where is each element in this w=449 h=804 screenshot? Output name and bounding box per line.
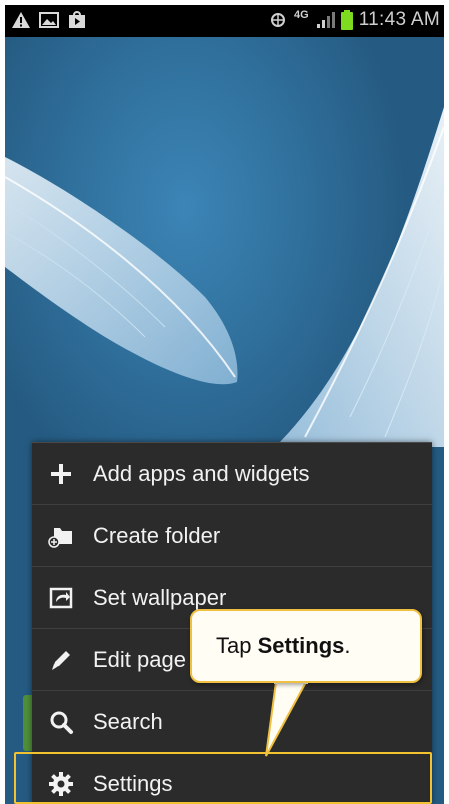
menu-item-label: Create folder (93, 522, 221, 548)
menu-item-label: Search (93, 708, 163, 734)
image-icon (39, 12, 59, 28)
callout-text-prefix: Tap (216, 633, 258, 658)
menu-item-add-apps-and-widgets[interactable]: Add apps and widgets (32, 443, 432, 505)
status-bar: 4G 11:43 AM (5, 5, 444, 37)
plus-icon (51, 463, 71, 484)
menu-item-label: Add apps and widgets (93, 460, 310, 486)
menu-item-create-folder[interactable]: Create folder (32, 505, 432, 567)
settings-highlight-box (14, 752, 432, 804)
pencil-icon (52, 650, 70, 670)
signal-icon (316, 12, 335, 28)
search-icon (50, 711, 73, 734)
menu-item-label: Set wallpaper (93, 584, 227, 610)
callout-text-emphasis: Settings (257, 633, 345, 658)
network-4g-icon: 4G (294, 9, 309, 21)
vibrate-icon (271, 13, 286, 27)
battery-icon (340, 10, 353, 30)
callout-pointer (265, 680, 308, 757)
status-clock: 11:43 AM (358, 9, 440, 30)
menu-item-label: Edit page (93, 646, 186, 672)
phone-screen: 4G 11:43 AM Add apps and widgets Create … (5, 5, 444, 804)
folder-add-icon (48, 527, 72, 548)
callout-text-suffix: . (344, 633, 351, 658)
warning-icon (12, 12, 30, 28)
menu-item-search[interactable]: Search (32, 691, 432, 753)
media-store-icon (69, 11, 85, 28)
wallpaper-icon (49, 587, 73, 608)
instruction-callout: Tap Settings. (190, 609, 422, 683)
